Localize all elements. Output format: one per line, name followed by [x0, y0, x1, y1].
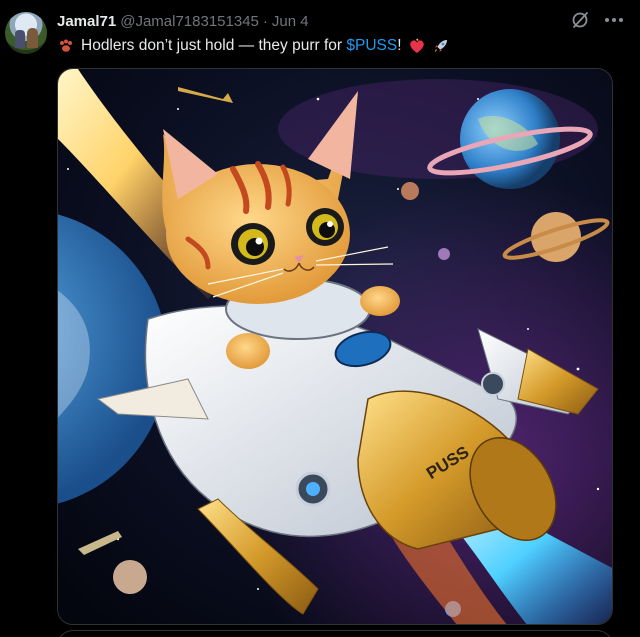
- tweet-header: Jamal71 @Jamal7183151345 · Jun 4: [57, 11, 309, 31]
- user-handle[interactable]: @Jamal7183151345: [120, 13, 259, 30]
- post-date[interactable]: Jun 4: [272, 13, 309, 30]
- display-name[interactable]: Jamal71: [57, 13, 116, 30]
- tweet[interactable]: Jamal71 @Jamal7183151345 · Jun 4 Hodlers…: [0, 0, 640, 637]
- tweet-text-body: Hodlers don’t just hold — they purr for: [81, 37, 347, 54]
- grok-icon[interactable]: [570, 10, 590, 30]
- heart-on-fire-icon: [409, 38, 424, 53]
- separator: ·: [262, 12, 268, 30]
- next-post-card: [57, 630, 613, 637]
- tweet-actions: [570, 10, 624, 30]
- tweet-text: Hodlers don’t just hold — they purr for …: [57, 35, 450, 57]
- more-options-icon[interactable]: [604, 10, 624, 30]
- tweet-image[interactable]: PUSS: [57, 68, 613, 625]
- avatar-figure: [27, 28, 38, 48]
- avatar[interactable]: [5, 12, 47, 54]
- rocket-icon: [434, 40, 447, 53]
- space-cat-illustration: PUSS: [58, 69, 612, 624]
- tweet-text-end: !: [397, 37, 402, 54]
- paw-prints-icon: [60, 39, 72, 52]
- cashtag-link[interactable]: $PUSS: [346, 37, 397, 54]
- avatar-figure: [15, 30, 25, 48]
